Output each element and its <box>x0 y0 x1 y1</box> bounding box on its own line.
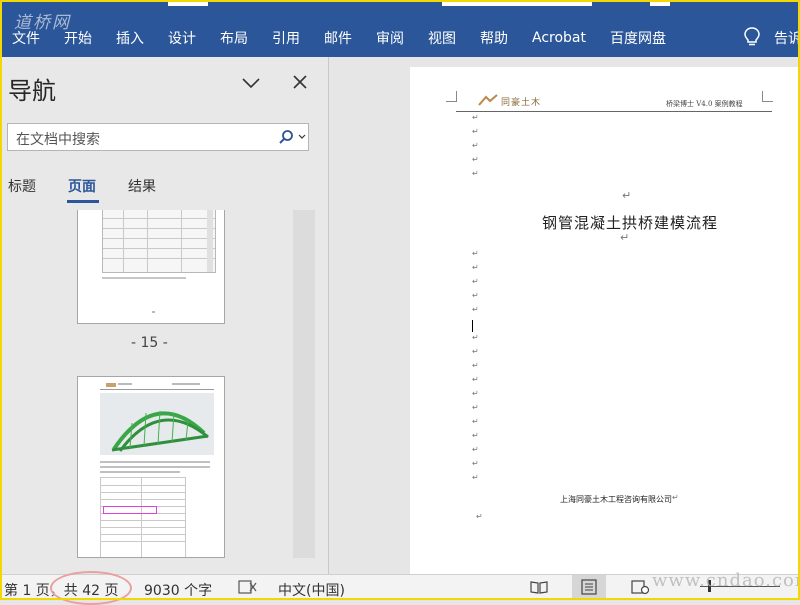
paragraph-mark: ↵ <box>472 169 479 178</box>
paragraph-mark: ↵ <box>472 263 479 272</box>
thumbnail-properties-table <box>100 477 186 557</box>
text-cursor <box>472 320 473 332</box>
tab-mailings[interactable]: 邮件 <box>312 28 364 48</box>
ribbon-bar: 文件 开始 插入 设计 布局 引用 邮件 审阅 视图 帮助 Acrobat 百度… <box>2 0 800 57</box>
arch-bridge-model-image <box>100 393 214 455</box>
chevron-down-icon[interactable] <box>298 133 306 141</box>
read-mode-icon[interactable] <box>529 579 549 595</box>
page-thumbnail-15[interactable] <box>77 210 225 324</box>
tab-references[interactable]: 引用 <box>260 28 312 48</box>
paragraph-mark: ↵ <box>620 231 630 244</box>
paragraph-mark: ↵ <box>472 155 479 164</box>
tab-baidu-netdisk[interactable]: 百度网盘 <box>598 28 678 48</box>
tab-acrobat[interactable]: Acrobat <box>520 30 598 46</box>
page-number-label: - 15 - <box>131 335 168 351</box>
tab-pages[interactable]: 页面 <box>68 176 96 196</box>
proofing-icon[interactable] <box>238 579 258 595</box>
paragraph-mark: ↵ <box>472 361 479 370</box>
paragraph-mark: ↵ <box>672 493 679 502</box>
navigation-pane: 导航 在文档中搜索 标题 页面 结果 - 15 - <box>2 57 329 574</box>
company-logo-icon <box>478 94 498 106</box>
paragraph-mark: ↵ <box>622 189 632 202</box>
thumbnail-table-image <box>102 210 216 273</box>
thumbnail-scrollbar[interactable] <box>293 210 315 558</box>
print-layout-button[interactable] <box>572 575 606 599</box>
paragraph-mark: ↵ <box>472 305 479 314</box>
paragraph-mark: ↵ <box>472 389 479 398</box>
tab-layout[interactable]: 布局 <box>208 28 260 48</box>
paragraph-mark: ↵ <box>472 127 479 136</box>
document-search-input[interactable]: 在文档中搜索 <box>7 123 309 151</box>
tab-results[interactable]: 结果 <box>128 176 156 196</box>
paragraph-mark: ↵ <box>472 113 479 122</box>
active-tab-indicator <box>67 200 99 203</box>
lightbulb-icon[interactable] <box>742 26 762 48</box>
paragraph-mark: ↵ <box>472 333 479 342</box>
print-layout-icon <box>581 579 597 595</box>
tab-headings[interactable]: 标题 <box>8 176 36 196</box>
tab-design[interactable]: 设计 <box>156 28 208 48</box>
paragraph-mark: ↵ <box>472 417 479 426</box>
header-rule <box>456 111 772 112</box>
word-count-status[interactable]: 9030 个字 <box>144 580 212 600</box>
crop-mark <box>446 91 457 102</box>
chevron-down-icon[interactable] <box>240 75 262 91</box>
document-page[interactable]: 同豪土木 桥梁博士 V4.0 案例教程 ↵ ↵ ↵ ↵ ↵ ↵ 钢管混凝土拱桥建… <box>410 67 798 574</box>
crop-mark <box>762 91 773 102</box>
tab-view[interactable]: 视图 <box>416 28 468 48</box>
search-icon[interactable] <box>278 129 294 145</box>
paragraph-mark: ↵ <box>472 347 479 356</box>
search-placeholder: 在文档中搜索 <box>16 132 100 148</box>
paragraph-mark: ↵ <box>472 473 479 482</box>
paragraph-mark: ↵ <box>704 213 714 226</box>
tab-insert[interactable]: 插入 <box>104 28 156 48</box>
title-bar-fragment <box>162 0 682 6</box>
language-status[interactable]: 中文(中国) <box>278 580 345 600</box>
tell-me-label[interactable]: 告诉 <box>774 28 800 48</box>
paragraph-mark: ↵ <box>472 431 479 440</box>
tab-review[interactable]: 审阅 <box>364 28 416 48</box>
site-watermark-url: www.cndao.com <box>652 570 800 591</box>
document-title: 钢管混凝土拱桥建模流程 <box>542 214 719 232</box>
web-layout-icon[interactable] <box>630 579 650 595</box>
site-watermark-logo: 道桥网 <box>14 13 71 33</box>
nav-pane-title: 导航 <box>8 77 56 105</box>
paragraph-mark: ↵ <box>472 277 479 286</box>
paragraph-mark: ↵ <box>472 291 479 300</box>
page-thumbnail-16[interactable] <box>77 376 225 558</box>
close-icon[interactable] <box>291 73 309 91</box>
header-right-text: 桥梁博士 V4.0 案例教程 <box>666 100 743 108</box>
paragraph-mark: ↵ <box>472 445 479 454</box>
paragraph-mark: ↵ <box>472 249 479 258</box>
tab-help[interactable]: 帮助 <box>468 28 520 48</box>
paragraph-mark: ↵ <box>472 403 479 412</box>
paragraph-mark: ↵ <box>472 459 479 468</box>
document-area: 同豪土木 桥梁博士 V4.0 案例教程 ↵ ↵ ↵ ↵ ↵ ↵ 钢管混凝土拱桥建… <box>329 57 798 574</box>
company-name: 上海同豪土木工程咨询有限公司 <box>560 495 672 504</box>
paragraph-mark: ↵ <box>472 375 479 384</box>
ribbon-tabs: 文件 开始 插入 设计 布局 引用 邮件 审阅 视图 帮助 Acrobat 百度… <box>2 26 678 50</box>
header-logo-text: 同豪土木 <box>501 98 542 108</box>
paragraph-mark: ↵ <box>476 512 483 521</box>
page-thumbnails: - 15 - <box>2 210 312 558</box>
paragraph-mark: ↵ <box>472 141 479 150</box>
